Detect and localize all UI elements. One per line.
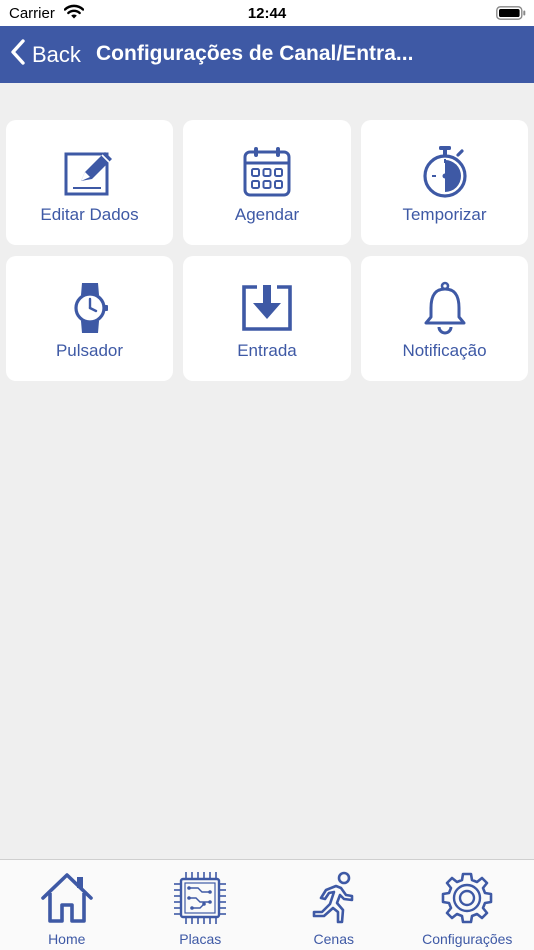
- clock: 12:44: [247, 5, 287, 22]
- tab-cenas[interactable]: Cenas: [267, 860, 401, 950]
- schedule-label: Agendar: [234, 205, 300, 224]
- tab-placas-label: Placas: [179, 931, 222, 947]
- circuit-board-icon: [172, 868, 228, 928]
- tab-configuracoes-label: Configurações: [422, 931, 513, 947]
- edit-data-tile[interactable]: Editar Dados: [6, 120, 173, 245]
- watch-icon: [63, 281, 117, 335]
- navigation-bar: Back Configurações de Canal/Entra...: [0, 26, 534, 83]
- calendar-icon: [240, 145, 294, 199]
- tab-placas[interactable]: Placas: [134, 860, 268, 950]
- page-title: Configurações de Canal/Entra...: [96, 42, 414, 65]
- stopwatch-icon: [418, 145, 472, 199]
- status-bar: Carrier 12:44: [0, 0, 534, 26]
- options-grid: Editar Dados Agendar Temporizar Pulsador…: [6, 120, 528, 381]
- tab-cenas-label: Cenas: [313, 931, 354, 947]
- edit-data-label: Editar Dados: [40, 205, 139, 224]
- tab-home[interactable]: Home: [0, 860, 134, 950]
- pulser-tile[interactable]: Pulsador: [6, 256, 173, 381]
- timer-label: Temporizar: [402, 205, 487, 224]
- tab-configuracoes[interactable]: Configurações: [401, 860, 534, 950]
- input-tile[interactable]: Entrada: [183, 256, 351, 381]
- back-label: Back: [32, 41, 81, 67]
- battery-icon: [496, 6, 526, 25]
- chevron-left-icon: [10, 39, 26, 70]
- schedule-tile[interactable]: Agendar: [183, 120, 351, 245]
- home-icon: [39, 868, 95, 928]
- notification-tile[interactable]: Notificação: [361, 256, 528, 381]
- edit-icon: [63, 145, 117, 199]
- tab-bar: Home Placas Cenas Configurações: [0, 859, 534, 950]
- input-label: Entrada: [237, 341, 297, 360]
- running-person-icon: [306, 868, 362, 928]
- notification-label: Notificação: [402, 341, 487, 360]
- download-box-icon: [240, 281, 294, 335]
- pulser-label: Pulsador: [55, 341, 124, 360]
- timer-tile[interactable]: Temporizar: [361, 120, 528, 245]
- back-button[interactable]: Back: [10, 26, 81, 83]
- gear-icon: [439, 868, 495, 928]
- tab-home-label: Home: [48, 931, 86, 947]
- bell-icon: [418, 281, 472, 335]
